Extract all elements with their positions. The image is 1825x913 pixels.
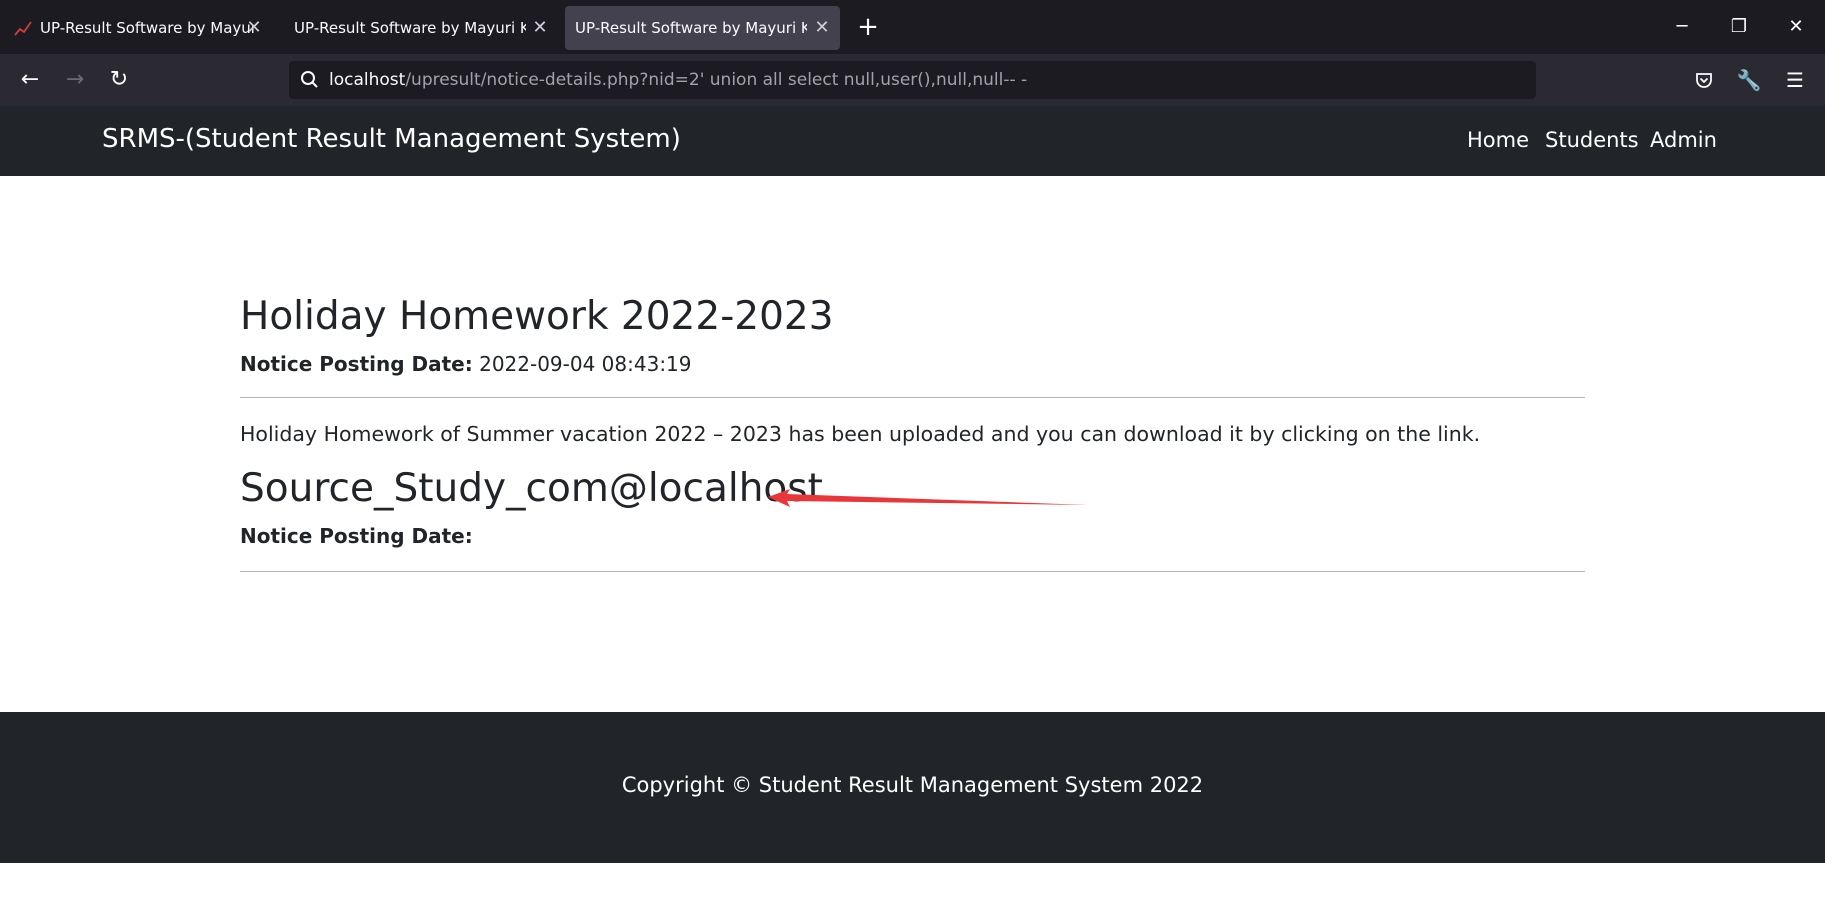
search-icon — [301, 71, 318, 88]
notice-date-label: Notice Posting Date: — [240, 524, 473, 548]
close-tab-icon[interactable]: ✕ — [530, 18, 550, 38]
browser-tab[interactable]: UP-Result Software by Mayuri K. ✕ — [284, 6, 558, 50]
close-window-icon[interactable]: ✕ — [1781, 12, 1811, 42]
new-tab-icon[interactable]: + — [853, 12, 883, 42]
back-icon[interactable]: ← — [15, 65, 45, 95]
copyright-text: Copyright © Student Result Management Sy… — [621, 773, 1204, 797]
nav-admin[interactable]: Admin — [1650, 128, 1717, 152]
notice-date-value: 2022-09-04 08:43:19 — [479, 352, 692, 376]
browser-tab-bar: UP-Result Software by Mayuri K. ✕ UP-Res… — [0, 0, 1825, 54]
tab-title: UP-Result Software by Mayuri K. — [294, 19, 526, 37]
injected-notice-date: Notice Posting Date: — [240, 524, 473, 548]
divider — [240, 397, 1585, 398]
restore-icon[interactable]: ❐ — [1724, 12, 1754, 42]
url-path: /upresult/notice-details.php?nid=2' unio… — [405, 70, 1028, 90]
close-tab-icon[interactable]: ✕ — [244, 18, 264, 38]
address-bar[interactable]: localhost /upresult/notice-details.php?n… — [289, 61, 1536, 99]
injected-notice-title: Source_Study_com@localhost — [240, 466, 823, 511]
wrench-icon[interactable]: 🔧 — [1734, 65, 1764, 95]
tab-title: UP-Result Software by Mayuri K. — [40, 19, 255, 37]
forward-icon[interactable]: → — [60, 65, 90, 95]
notice-date: Notice Posting Date: 2022-09-04 08:43:19 — [240, 352, 692, 376]
close-tab-icon[interactable]: ✕ — [812, 18, 832, 38]
nav-home[interactable]: Home — [1467, 128, 1529, 152]
reload-icon[interactable]: ↻ — [104, 65, 134, 95]
site-brand[interactable]: SRMS-(Student Result Management System) — [102, 124, 681, 154]
tab-title: UP-Result Software by Mayuri K. — [575, 19, 807, 37]
divider — [240, 571, 1585, 572]
notice-title: Holiday Homework 2022-2023 — [240, 294, 834, 339]
annotation-arrow — [768, 489, 1088, 507]
menu-icon[interactable]: ☰ — [1780, 65, 1810, 95]
chart-icon — [14, 21, 32, 36]
site-navbar: SRMS-(Student Result Management System) … — [0, 106, 1825, 176]
site-footer: Copyright © Student Result Management Sy… — [0, 712, 1825, 863]
pocket-icon[interactable] — [1689, 65, 1719, 95]
nav-students[interactable]: Students — [1545, 128, 1639, 152]
browser-toolbar: ← → ↻ localhost /upresult/notice-details… — [0, 54, 1825, 106]
notice-date-label: Notice Posting Date: — [240, 352, 473, 376]
url-host: localhost — [329, 70, 406, 90]
notice-body: Holiday Homework of Summer vacation 2022… — [240, 422, 1481, 446]
minimize-icon[interactable]: ─ — [1667, 12, 1697, 42]
browser-tab[interactable]: UP-Result Software by Mayuri K. ✕ — [8, 6, 272, 50]
browser-tab-active[interactable]: UP-Result Software by Mayuri K. ✕ — [565, 6, 840, 50]
